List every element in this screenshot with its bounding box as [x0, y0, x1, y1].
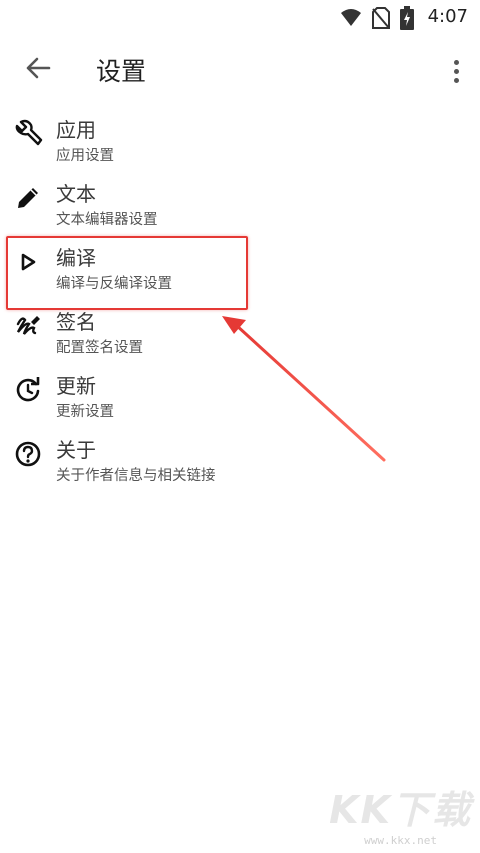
watermark-url: www.kkx.net: [364, 834, 437, 847]
annotation-arrow: [222, 316, 386, 462]
watermark-brand: KK下载: [329, 788, 472, 832]
watermark: KK下载 www.kkx.net: [329, 779, 472, 847]
